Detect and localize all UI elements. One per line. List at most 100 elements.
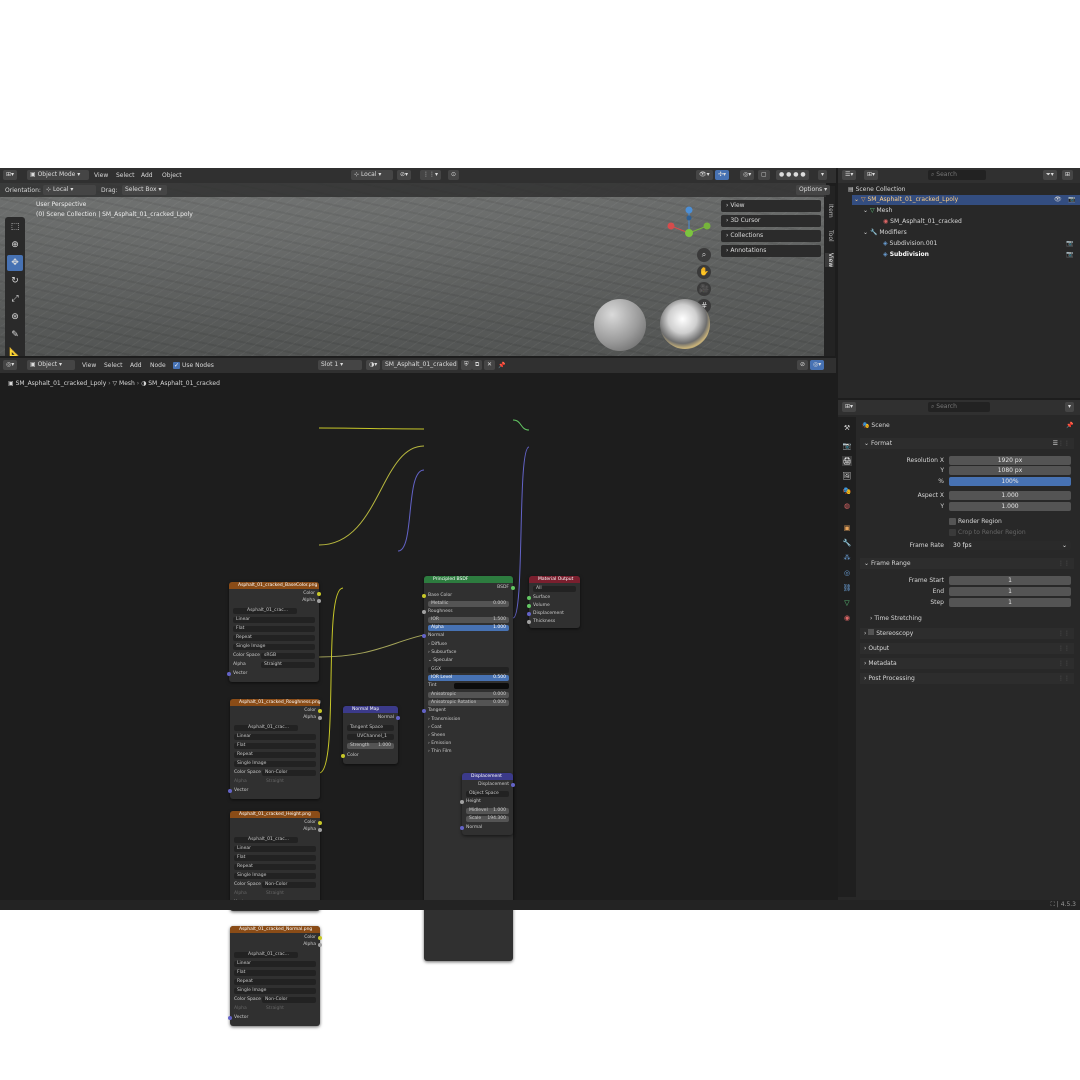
unlink-icon[interactable]: ✕ xyxy=(484,360,496,370)
duplicate-icon[interactable]: ⧉ xyxy=(472,360,483,370)
node-normal-map[interactable]: Normal Map Normal Tangent Space UVChanne… xyxy=(341,706,400,764)
camera-icon[interactable]: 📷 xyxy=(1068,195,1075,204)
object-tab-icon[interactable]: ▣ xyxy=(842,523,852,533)
camera-view-icon[interactable]: 🎥 xyxy=(697,282,711,296)
drag-select[interactable]: Select Box ▾ xyxy=(122,185,167,195)
node-basecolor-image[interactable]: Asphalt_01_cracked_BaseColor.png Color A… xyxy=(227,582,321,682)
world-tab-icon[interactable]: ◍ xyxy=(842,501,852,511)
node-header[interactable]: Asphalt_01_cracked_Height.png xyxy=(230,811,320,818)
tool-tab-icon[interactable]: ⚒ xyxy=(842,423,852,433)
socket-vector[interactable] xyxy=(228,1016,232,1020)
modifier-tab-icon[interactable]: 🔧 xyxy=(842,538,852,548)
node-canvas[interactable]: Asphalt_01_cracked_BaseColor.png Color A… xyxy=(0,373,836,1026)
socket-normal-out[interactable] xyxy=(396,716,400,720)
node-header[interactable]: Displacement xyxy=(462,773,513,780)
menu-add[interactable]: Add xyxy=(141,171,153,180)
gizmo-button[interactable]: ✣▾ xyxy=(715,170,730,180)
time-stretching-subpanel[interactable]: › Time Stretching xyxy=(870,614,922,623)
node-menu-select[interactable]: Select xyxy=(104,361,123,370)
slot-select[interactable]: Slot 1 ▾ xyxy=(318,360,362,370)
properties-editor-type[interactable]: ⊞▾ xyxy=(842,402,857,412)
tab-item[interactable]: Item xyxy=(825,204,834,218)
render-region-checkbox[interactable] xyxy=(949,518,956,525)
menu-view[interactable]: View xyxy=(94,171,108,180)
zoom-icon[interactable]: ⌕ xyxy=(697,248,711,262)
socket-color-in[interactable] xyxy=(341,754,345,758)
visibility-button[interactable]: 👁▾ xyxy=(696,170,713,180)
socket-color[interactable] xyxy=(318,821,322,825)
drag-handle-icon[interactable]: ⋮⋮ xyxy=(1058,558,1070,569)
snap-button[interactable]: ⊘▾ xyxy=(397,170,412,180)
socket-bsdf-out[interactable] xyxy=(511,586,515,590)
particles-tab-icon[interactable]: ⁂ xyxy=(842,553,852,563)
npanel-view[interactable]: › View xyxy=(721,200,821,212)
pan-hand-icon[interactable]: ✋ xyxy=(697,265,711,279)
node-height-image[interactable]: Asphalt_01_cracked_Height.png Color Alph… xyxy=(228,811,322,911)
scale-tool-icon[interactable]: ⤢ xyxy=(7,291,23,307)
physics-tab-icon[interactable]: ◎ xyxy=(842,568,852,578)
image-field[interactable]: Asphalt_01_crac... xyxy=(233,608,297,614)
socket-vector[interactable] xyxy=(228,789,232,793)
outliner-item-modifiers[interactable]: ⌄ 🔧 Modifiers xyxy=(863,228,907,237)
new-collection-icon[interactable]: ⊞ xyxy=(1062,170,1074,180)
post-processing-panel-header[interactable]: › Post Processing ⋮⋮ xyxy=(860,673,1074,684)
tab-view[interactable]: View xyxy=(825,253,834,268)
editor-type-button-2[interactable]: ◎▾ xyxy=(3,360,18,370)
xray-button[interactable]: ▢ xyxy=(758,170,770,180)
crop-checkbox[interactable] xyxy=(949,529,956,536)
eye-icon[interactable]: 👁 xyxy=(1054,195,1062,204)
3d-viewport[interactable]: User Perspective (0) Scene Collection | … xyxy=(0,183,826,356)
outliner-item-subdiv[interactable]: ◈ Subdivision 📷 xyxy=(883,250,1080,260)
snap-node-button[interactable]: ⊘ xyxy=(797,360,809,370)
socket-alpha[interactable] xyxy=(318,716,322,720)
node-header[interactable]: Asphalt_01_cracked_BaseColor.png xyxy=(229,582,319,589)
stereoscopy-checkbox[interactable] xyxy=(868,629,875,635)
overlay-node-button[interactable]: ◎▾ xyxy=(810,360,825,370)
image-field[interactable]: Asphalt_01_crac... xyxy=(234,952,298,958)
outliner-editor-type[interactable]: ☰▾ xyxy=(842,170,857,180)
metadata-panel-header[interactable]: › Metadata ⋮⋮ xyxy=(860,658,1074,669)
image-field[interactable]: Asphalt_01_crac... xyxy=(234,837,298,843)
frame-rate-select[interactable]: 30 fps ⌄ xyxy=(949,541,1071,550)
tint-color-swatch[interactable] xyxy=(454,683,509,689)
format-panel-header[interactable]: ⌄ Format ☰ ⋮⋮ xyxy=(860,438,1074,449)
select-tool-icon[interactable]: ⬚ xyxy=(7,219,23,235)
measure-tool-icon[interactable]: 📐 xyxy=(7,345,23,356)
use-nodes-checkbox[interactable]: ✓ xyxy=(173,362,180,369)
rotate-tool-icon[interactable]: ↻ xyxy=(7,273,23,289)
camera-icon[interactable]: 📷 xyxy=(1066,250,1073,259)
outliner-item-object[interactable]: ⌄ ▽ SM_Asphalt_01_cracked_Lpoly 👁 📷 xyxy=(852,195,1080,205)
material-browse-button[interactable]: ◑▾ xyxy=(366,360,381,370)
node-displacement[interactable]: Displacement Displacement Object Space H… xyxy=(460,773,515,835)
npanel-collections[interactable]: › Collections xyxy=(721,230,821,242)
shading-solid-button[interactable]: ● ● ● ● xyxy=(776,170,809,180)
node-roughness-image[interactable]: Asphalt_01_cracked_Roughness.png Color A… xyxy=(228,699,322,799)
aspect-x-field[interactable]: 1.000 xyxy=(949,491,1071,500)
proportional-button[interactable]: ⊙ xyxy=(448,170,460,180)
annotate-tool-icon[interactable]: ✎ xyxy=(7,327,23,343)
orientation-select[interactable]: ⊹ Local ▾ xyxy=(43,185,96,195)
socket-color[interactable] xyxy=(317,592,321,596)
cursor-tool-icon[interactable]: ⊕ xyxy=(7,237,23,253)
data-tab-icon[interactable]: ▽ xyxy=(842,598,852,608)
resolution-x-field[interactable]: 1920 px xyxy=(949,456,1071,465)
npanel-annotations[interactable]: › Annotations xyxy=(721,245,821,257)
image-field[interactable]: Asphalt_01_crac... xyxy=(234,725,298,731)
socket-color[interactable] xyxy=(318,709,322,713)
mode-select[interactable]: ▣ Object Mode ▾ xyxy=(27,170,89,180)
outliner-root[interactable]: ▤ Scene Collection xyxy=(848,185,905,194)
shader-type-select[interactable]: ▣ Object ▾ xyxy=(27,360,75,370)
node-header[interactable]: Asphalt_01_cracked_Normal.png xyxy=(230,926,320,933)
pin-icon[interactable]: 📌 xyxy=(1066,421,1073,430)
outliner-search-field[interactable]: ⌕ Search xyxy=(928,170,986,180)
node-menu-node[interactable]: Node xyxy=(150,361,166,370)
outliner-item-mesh[interactable]: ⌄ ▽ Mesh xyxy=(863,206,892,215)
node-header[interactable]: Principled BSDF xyxy=(424,576,513,583)
move-tool-icon[interactable]: ✥ xyxy=(7,255,23,271)
stereoscopy-panel-header[interactable]: › Stereoscopy ⋮⋮ xyxy=(860,628,1074,639)
socket-alpha[interactable] xyxy=(318,828,322,832)
camera-icon[interactable]: 📷 xyxy=(1066,239,1073,248)
node-menu-add[interactable]: Add xyxy=(130,361,142,370)
frame-end-field[interactable]: 1 xyxy=(949,587,1071,596)
editor-type-button[interactable]: ⊞▾ xyxy=(3,170,18,180)
